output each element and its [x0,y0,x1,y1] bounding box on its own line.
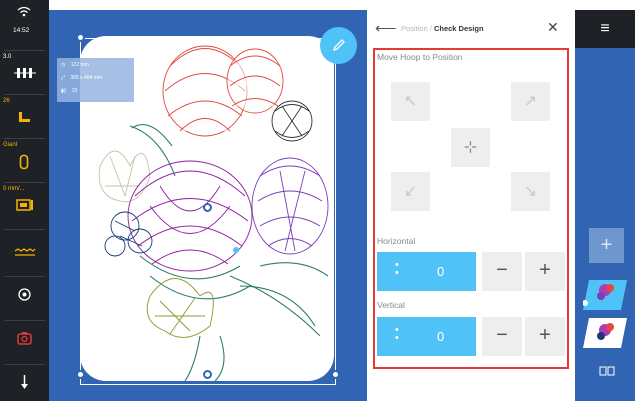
resize-handle-bottom-right[interactable] [331,370,340,379]
resize-handle-bottom-left[interactable] [76,370,85,379]
resize-icon: ⤢ [61,75,66,81]
arrow-up-left-icon: ↖ [403,93,418,110]
move-down-right-button[interactable]: ↘ [511,172,550,211]
minus-icon: − [496,259,508,281]
needle-status[interactable] [0,372,49,396]
arrow-down-left-icon: ↙ [403,183,418,200]
size-value: 305 x 404 mm [70,75,103,81]
breadcrumb-current: Check Design [433,24,484,33]
stitches-value: 33 [71,88,78,94]
needle-position-icon [18,288,31,301]
clock-icon: ◷ [61,62,66,68]
horizontal-value: 0 [437,264,445,279]
divider [4,182,45,183]
plus-icon: + [539,324,551,346]
resize-handle-top-left[interactable] [76,33,85,42]
tension-value: 3.0 [3,54,12,60]
size-row: ⤢ 305 x 404 mm [61,75,102,81]
feed-dog-icon [16,199,33,211]
tension-icon [14,68,36,78]
plus-icon: + [600,234,613,256]
feed-status[interactable]: 0 mm/... [0,186,49,222]
arrow-down-right-icon: ↘ [523,183,538,200]
divider [4,364,45,365]
horizontal-label: Horizontal [377,236,416,246]
move-center-button[interactable]: ⊹ [451,128,490,167]
drag-dots-icon: • • [395,259,399,279]
position-row: ◷ 122 mm [61,62,89,68]
plus-icon: + [539,259,551,281]
horizontal-plus-button[interactable]: + [525,252,565,291]
add-design-button[interactable]: + [589,228,624,263]
wifi-icon [17,6,31,17]
center-handle[interactable] [203,203,212,212]
panel-header: ⟵ Position / Check Design ✕ [367,10,575,46]
divider [4,229,45,230]
needle-position-status[interactable] [0,284,49,314]
speed-value: 26 [3,98,10,104]
stitches-row: ▮▯ 33 [61,88,77,94]
presser-label: Giant [3,142,18,148]
foot-icon [19,112,30,122]
menu-button[interactable]: ≡ [575,10,635,48]
stitch-count-icon: ▮▯ [61,88,67,94]
zigzag-icon [14,248,36,256]
camera-status[interactable] [0,328,49,358]
position-panel: ⟵ Position / Check Design ✕ Move Hoop to… [367,10,575,401]
horizontal-value-field[interactable]: • • 0 [377,252,476,291]
camera-icon [17,332,32,345]
resize-handle-bottom-center[interactable] [203,370,212,379]
pencil-icon [332,39,345,52]
move-hoop-title: Move Hoop to Position [377,52,463,62]
drag-dots-icon: • • [395,324,399,344]
breadcrumb: Position / Check Design [401,24,484,33]
design-thumbnail-1[interactable] [583,278,628,312]
view-toggle-icon[interactable] [599,366,615,376]
breadcrumb-parent[interactable]: Position [401,24,428,33]
wifi-status: 14:52 [0,2,49,38]
vertical-plus-button[interactable]: + [525,317,565,356]
thread-tension-status[interactable]: 3.0 [0,54,49,90]
status-sidebar: 14:52 3.0 26 Giant 0 mm/... [0,0,49,401]
presser-foot-status[interactable]: Giant [0,142,49,178]
speed-status[interactable]: 26 [0,98,49,134]
needle-icon [21,375,28,389]
divider [4,50,45,51]
position-value: 122 mm [70,62,89,68]
divider [4,320,45,321]
clock-time: 14:52 [13,27,30,34]
stitch-status[interactable] [0,240,49,270]
hoop-icon [19,154,29,170]
back-arrow-icon[interactable]: ⟵ [375,19,397,37]
arrow-up-right-icon: ↗ [523,93,538,110]
embroidery-canvas[interactable]: ◷ 122 mm ⤢ 305 x 404 mm ▮▯ 33 [49,10,367,401]
vertical-label: Vertical [377,300,405,310]
center-crosshair-icon: ⊹ [463,139,478,156]
move-up-right-button[interactable]: ↗ [511,82,550,121]
feed-label: 0 mm/... [3,186,25,192]
vertical-value-field[interactable]: • • 0 [377,317,476,356]
design-thumbnail-2[interactable] [583,316,628,350]
horizontal-minus-button[interactable]: − [482,252,522,291]
vertical-minus-button[interactable]: − [482,317,522,356]
hamburger-menu-icon: ≡ [600,20,610,37]
close-icon[interactable]: ✕ [547,19,559,36]
divider [4,138,45,139]
design-list-strip: + [575,10,635,401]
vertical-value: 0 [437,329,445,344]
design-info-box: ◷ 122 mm ⤢ 305 x 404 mm ▮▯ 33 [57,58,134,102]
edit-design-button[interactable] [320,27,357,64]
move-up-left-button[interactable]: ↖ [391,82,430,121]
divider [4,276,45,277]
divider [4,94,45,95]
move-down-left-button[interactable]: ↙ [391,172,430,211]
minus-icon: − [496,324,508,346]
